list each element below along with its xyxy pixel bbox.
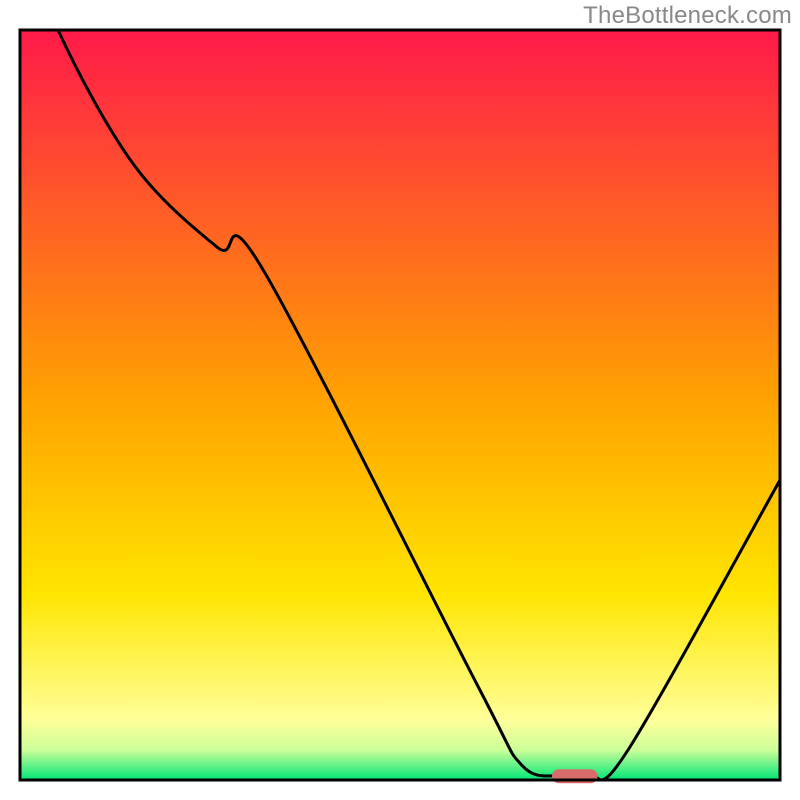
gradient-background <box>20 30 780 780</box>
attribution-label: TheBottleneck.com <box>583 2 792 30</box>
bottleneck-chart <box>0 0 800 800</box>
